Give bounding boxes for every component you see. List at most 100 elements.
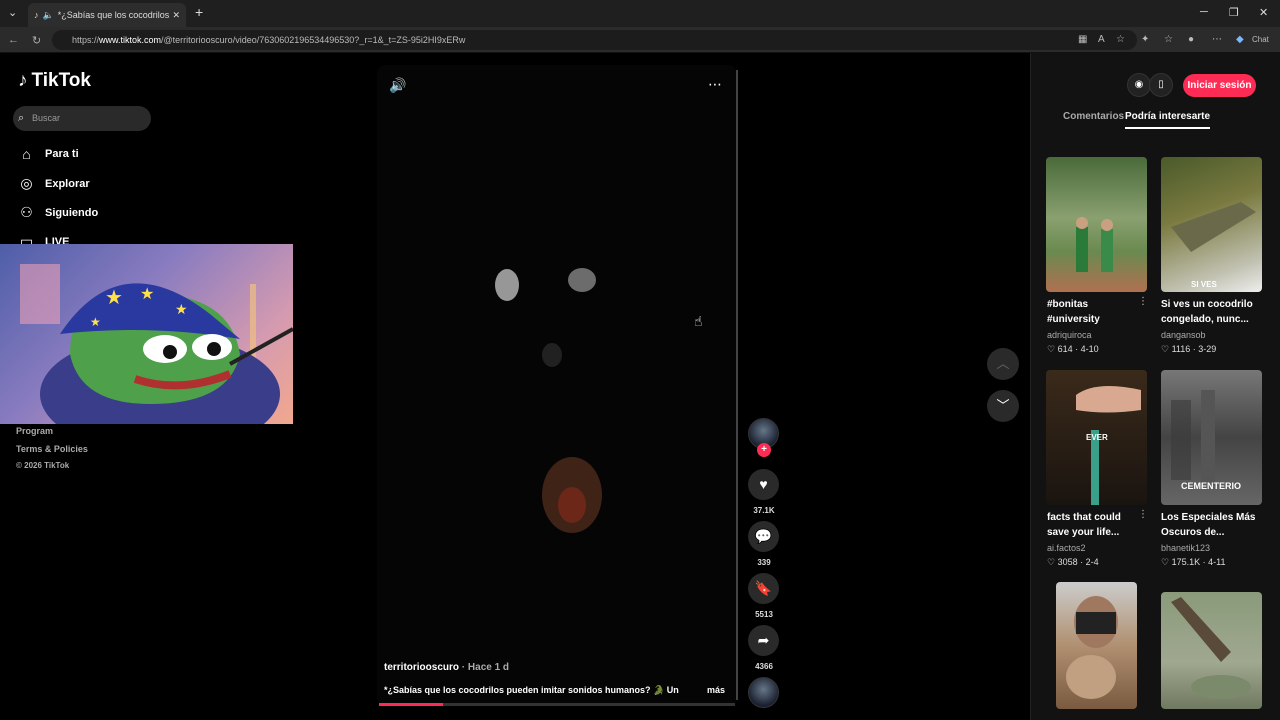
sidebar-item-siguiendo[interactable]: ⚇ Siguiendo (18, 204, 98, 221)
new-tab-icon[interactable]: + (195, 4, 203, 20)
card-author[interactable]: adriquiroca (1047, 330, 1092, 340)
grid-icon[interactable]: ▦ (1078, 34, 1087, 45)
card-thumbnail[interactable] (1056, 582, 1137, 709)
card-thumbnail[interactable]: CEMENTERIO (1161, 370, 1262, 505)
video-progress-bar[interactable] (379, 703, 735, 706)
sidebar-item-label: Explorar (45, 177, 90, 190)
home-icon: ⌂ (22, 146, 31, 162)
comment-button[interactable]: 💬 (748, 521, 779, 552)
card-author[interactable]: bhanetik123 (1161, 543, 1210, 553)
video-player[interactable] (377, 65, 737, 705)
card-stats: ♡ 1116 · 3-29 (1161, 344, 1217, 354)
previous-video-button[interactable]: ︿ (987, 348, 1019, 380)
address-bar: ← ↻ https://www.tiktok.com/@territorioos… (0, 27, 1280, 53)
card-author[interactable]: ai.factos2 (1047, 543, 1086, 553)
chevron-down-icon: ﹀ (996, 398, 1010, 413)
card-title[interactable]: Los Especiales Más Oscuros de... (1161, 510, 1256, 540)
window-close-icon[interactable]: ✕ (1259, 6, 1268, 19)
pepe-wizard-image: ★ ★ ★ ★ (20, 264, 293, 424)
close-tab-icon[interactable]: ✕ (172, 10, 180, 21)
footer-terms[interactable]: Terms & Policies (16, 444, 88, 454)
caption-more-link[interactable]: más (707, 685, 725, 695)
translate-icon[interactable]: A (1098, 34, 1105, 45)
video-author[interactable]: territoriooscuro · Hace 1 d (384, 662, 509, 673)
bookmark-icon: 🔖 (754, 580, 773, 596)
comment-count: 339 (757, 558, 771, 567)
logo-text: TikTok (31, 70, 91, 91)
card-overlay-text: CEMENTERIO (1181, 481, 1241, 491)
browser-tab[interactable]: ♪ 🔈 *¿Sabías que los cocodrilos p ✕ (28, 3, 186, 27)
url-path: /@territoriooscuro/video/763060219653449… (161, 35, 466, 45)
card-stats: ♡ 175.1K · 4-11 (1161, 557, 1226, 567)
favorite-icon[interactable]: ☆ (1116, 34, 1125, 45)
card-stats: ♡ 614 · 4-10 (1047, 344, 1099, 354)
chevron-up-icon: ︿ (996, 356, 1010, 371)
profile-avatar-icon[interactable]: ● (1188, 34, 1194, 45)
copilot-icon[interactable]: ◆ (1236, 34, 1244, 45)
tab-title: *¿Sabías que los cocodrilos p (57, 10, 173, 20)
tab-list-icon[interactable]: ⌄ (8, 6, 17, 19)
card-likes: 175.1K (1171, 557, 1201, 567)
video-caption: *¿Sabías que los cocodrilos pueden imita… (384, 685, 679, 695)
sidebar-item-label: Siguiendo (45, 206, 99, 219)
reload-icon[interactable]: ↻ (32, 34, 41, 47)
card-overlay-text: SI VES (1191, 280, 1217, 289)
card-thumbnail[interactable]: EVER (1046, 370, 1147, 505)
card-title[interactable]: Si ves un cocodrilo congelado, nunc... (1161, 297, 1256, 327)
login-button[interactable]: Iniciar sesión (1183, 74, 1256, 97)
compass-button[interactable]: ◉ (1127, 73, 1151, 97)
back-icon[interactable]: ← (8, 34, 19, 46)
card-thumbnail[interactable] (1046, 157, 1147, 292)
tiktok-logo[interactable]: ♪ TikTok (18, 70, 91, 92)
card-title[interactable]: #bonitas #university (1047, 297, 1142, 327)
next-video-button[interactable]: ﹀ (987, 390, 1019, 422)
more-options-icon[interactable]: ⋯ (708, 76, 722, 93)
comment-icon: 💬 (754, 528, 773, 544)
share-button[interactable]: ➦ (748, 625, 779, 656)
tab-podria-interesarte[interactable]: Podría interesarte (1125, 111, 1210, 122)
svg-text:★: ★ (105, 287, 123, 309)
card-thumbnail[interactable]: SI VES (1161, 157, 1262, 292)
sidebar-item-explorar[interactable]: ◎ Explorar (18, 175, 90, 192)
card-menu-icon[interactable]: ⋮ (1138, 296, 1148, 307)
card-title[interactable]: facts that could save your life... (1047, 510, 1142, 540)
tab-comentarios[interactable]: Comentarios (1063, 111, 1124, 122)
following-icon: ⚇ (20, 204, 33, 220)
card-thumbnail[interactable] (1161, 592, 1262, 709)
post-time: · Hace 1 d (461, 662, 510, 673)
speaker-icon[interactable]: 🔈 (43, 10, 54, 21)
restore-icon[interactable]: ❐ (1229, 6, 1239, 19)
card-overlay-text: EVER (1086, 433, 1108, 442)
sidebar-item-para-ti[interactable]: ⌂ Para ti (18, 146, 78, 162)
more-menu-icon[interactable]: ⋯ (1212, 34, 1222, 45)
card-thumbnail-art (1076, 217, 1113, 272)
search-icon: ⌕ (18, 112, 25, 124)
copilot-label[interactable]: Chat (1252, 35, 1269, 44)
extensions-icon[interactable]: ✦ (1141, 34, 1149, 45)
svg-text:★: ★ (175, 301, 188, 317)
url-field[interactable]: https://www.tiktok.com/@territoriooscuro… (52, 30, 1137, 50)
share-icon: ➦ (757, 632, 770, 648)
favorites-bar-icon[interactable]: ☆ (1164, 34, 1173, 45)
card-date: 2-4 (1085, 557, 1099, 567)
cursor-hand-icon: ☝ (694, 313, 703, 329)
card-likes: 3058 (1057, 557, 1078, 567)
volume-icon[interactable]: 🔊 (389, 77, 406, 94)
footer-program[interactable]: Program (16, 426, 53, 436)
save-button[interactable]: 🔖 (748, 573, 779, 604)
card-author[interactable]: dangansob (1161, 330, 1206, 340)
footer-copyright: © 2026 TikTok (16, 461, 70, 470)
heart-outline-icon: ♡ (1047, 557, 1056, 567)
device-button[interactable]: ▯ (1149, 73, 1173, 97)
minimize-icon[interactable]: ─ (1200, 6, 1208, 18)
search-placeholder: Buscar (32, 113, 61, 123)
card-menu-icon[interactable]: ⋮ (1138, 509, 1148, 520)
search-input[interactable]: ⌕ Buscar (13, 106, 151, 131)
card-likes: 614 (1057, 344, 1073, 354)
follow-plus-icon[interactable]: + (757, 443, 771, 457)
heart-outline-icon: ♡ (1161, 557, 1170, 567)
save-count: 5513 (755, 610, 773, 619)
card-thumbnail-art: SI VES (1171, 202, 1256, 289)
sound-disc-avatar[interactable] (748, 677, 779, 708)
like-button[interactable]: ♥ (748, 469, 779, 500)
